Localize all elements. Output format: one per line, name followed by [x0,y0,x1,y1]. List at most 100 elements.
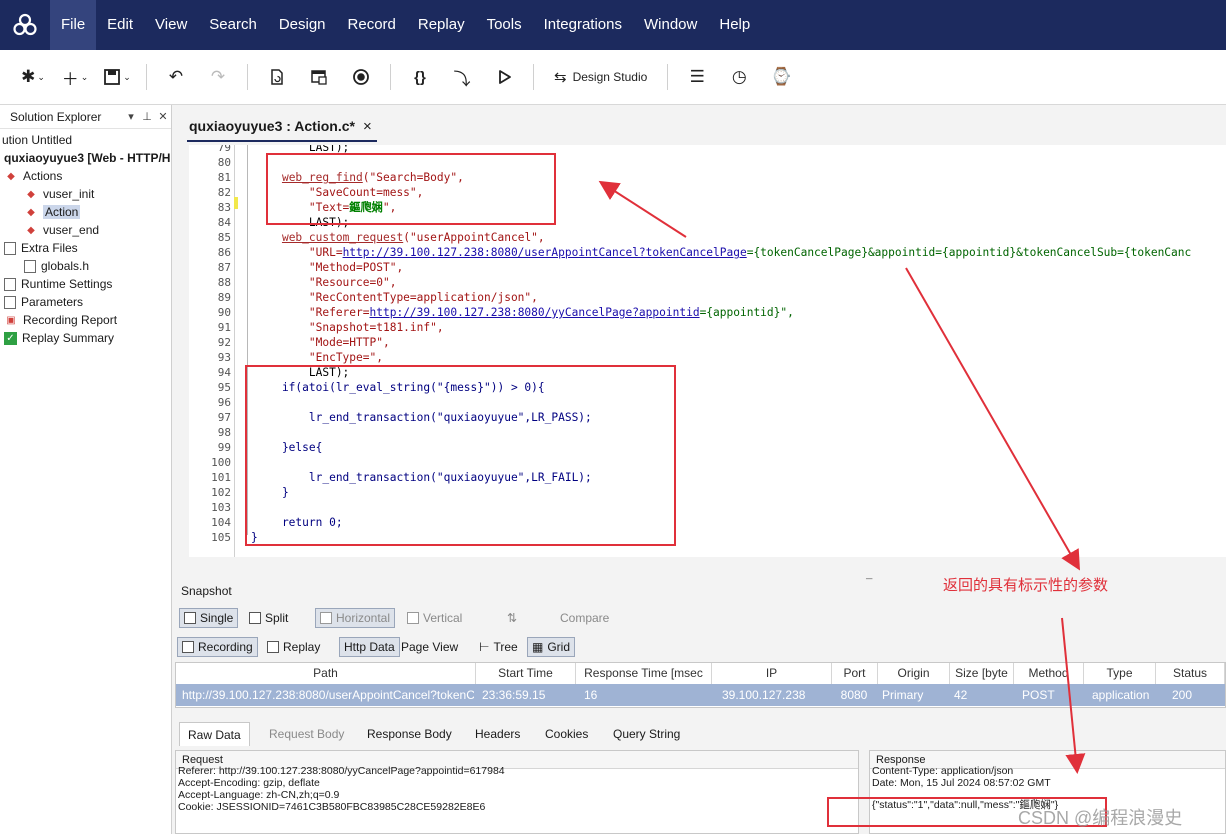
add-button[interactable]: ＋ ⌄ [60,61,90,93]
menu-design[interactable]: Design [268,0,337,50]
annotation-text: 返回的具有标示性的参数 [943,577,1109,594]
split-view-button[interactable]: Split [245,608,292,628]
tree-item-extra-files[interactable]: Extra Files [0,239,171,257]
analyze-button[interactable]: ⌚ [766,61,796,93]
code-line-93: "EncType=", [255,351,383,364]
snapshot-button[interactable] [304,61,334,93]
recording-snapshot-button[interactable]: Recording [177,637,258,657]
menu-view[interactable]: View [144,0,198,50]
replay-snapshot-button[interactable]: Replay [263,637,324,657]
menu-tools[interactable]: Tools [476,0,533,50]
vertical-button[interactable]: Vertical [403,608,466,628]
horizontal-button[interactable]: Horizontal [315,608,396,628]
undo-button[interactable]: ↶ [161,61,191,93]
solution-explorer-header: Solution Explorer ▾ ⊥ ✕ [0,105,171,129]
code-line-91: "Snapshot=t181.inf", [255,321,444,334]
code-line-89: "RecContentType=application/json", [255,291,538,304]
column-header-status[interactable]: Status [1156,663,1225,684]
column-header-origin[interactable]: Origin [878,663,950,684]
tab-query-string[interactable]: Query String [605,722,688,746]
tree-item-parameters[interactable]: Parameters [0,293,171,311]
line-number: 90 [217,306,231,319]
plus-icon: ＋ [61,69,79,89]
document-refresh-icon [271,69,283,85]
tree-item-recording-report[interactable]: ▣ Recording Report [0,311,171,329]
cell-type: application [1092,688,1150,702]
history-button[interactable]: ◷ [724,61,754,93]
undo-icon: ↶ [168,67,184,86]
tab-action-c[interactable]: quxiaoyuyue3 : Action.c* × [181,113,380,139]
tree-item-vuser-end[interactable]: ◆ vuser_end [0,221,171,239]
horizontal-icon [320,612,332,624]
url-link[interactable]: http://39.100.127.238:8080/userAppointCa… [343,246,747,259]
tab-cookies[interactable]: Cookies [537,722,596,746]
single-view-button[interactable]: Single [179,608,239,628]
braces-button[interactable]: {} [405,61,435,93]
tree-item-solution[interactable]: ution Untitled [0,131,171,149]
close-icon[interactable]: × [363,118,372,135]
pin-icon[interactable]: ⊥ [139,110,155,123]
menu-file[interactable]: File [50,0,97,50]
sync-icon[interactable]: ⇅ [503,608,521,628]
menu-record[interactable]: Record [337,0,407,50]
column-header-response-time[interactable]: Response Time [msec [576,663,712,684]
compile-button[interactable] [262,61,292,93]
chevron-down-icon[interactable]: ▾ [123,110,139,123]
cell-start-time: 23:36:59.15 [482,688,546,702]
design-studio-button[interactable]: ⇆ Design Studio [548,61,653,93]
code-line-88: "Resource=0", [255,276,397,289]
tree-item-action[interactable]: ◆ Action [0,203,171,221]
column-header-size[interactable]: Size [byte [950,663,1014,684]
tree-item-vuser-init[interactable]: ◆ vuser_init [0,185,171,203]
request-pane[interactable]: Request Referer: http://39.100.127.238:8… [175,750,859,834]
new-asterisk-button[interactable]: ✱ ⌄ [18,61,48,93]
solution-explorer-title: Solution Explorer [10,109,102,124]
tab-raw-data[interactable]: Raw Data [179,722,250,746]
tree-item-script[interactable]: quxiaoyuyue3 [Web - HTTP/H [0,149,171,167]
steps-list-button[interactable]: ☰ [682,61,712,93]
close-icon[interactable]: ✕ [155,110,171,123]
menu-replay[interactable]: Replay [407,0,476,50]
url-link[interactable]: http://39.100.127.238:8080/yyCancelPage?… [370,306,700,319]
detail-tabs: Raw Data Request Body Response Body Head… [175,720,1226,748]
grid-view-button[interactable]: ▦ Grid [527,637,576,657]
table-row[interactable]: http://39.100.127.238:8080/userAppointCa… [176,684,1225,706]
tree-item-runtime-settings[interactable]: Runtime Settings [0,275,171,293]
action-icon: ◆ [27,188,35,200]
compare-button[interactable]: Compare [556,608,613,628]
run-button[interactable] [489,61,519,93]
menu-integrations[interactable]: Integrations [533,0,633,50]
line-number: 89 [217,291,231,304]
column-header-method[interactable]: Method [1014,663,1084,684]
tree-icon: ⊢ [479,640,490,654]
column-header-start-time[interactable]: Start Time [476,663,576,684]
tab-headers[interactable]: Headers [467,722,528,746]
tree-view-button[interactable]: ⊢ Tree [475,637,522,657]
menu-help[interactable]: Help [708,0,761,50]
menu-window[interactable]: Window [633,0,708,50]
record-button[interactable] [346,61,376,93]
menu-search[interactable]: Search [198,0,268,50]
page-view-button[interactable]: Page View [397,637,462,657]
replay-step-button[interactable]: ⤵ [447,61,477,93]
save-button[interactable]: ⌄ [102,61,132,93]
app-logo-icon [0,0,50,50]
line-number: 95 [217,381,231,394]
column-header-path[interactable]: Path [176,663,476,684]
http-data-button[interactable]: Http Data [339,637,400,657]
column-header-port[interactable]: Port [832,663,878,684]
redo-button[interactable]: ↷ [203,61,233,93]
tab-response-body[interactable]: Response Body [359,722,460,746]
cell-port: 8080 [840,688,868,702]
snapshot-panel: Snapshot Single Split Horizontal Vertica… [173,580,1226,834]
tree-item-globals[interactable]: globals.h [0,257,171,275]
tab-request-body[interactable]: Request Body [261,722,352,746]
menu-edit[interactable]: Edit [96,0,144,50]
request-line: Referer: http://39.100.127.238:8080/yyCa… [178,765,505,777]
line-number: 100 [211,456,231,469]
column-header-type[interactable]: Type [1084,663,1156,684]
http-grid: Path Start Time Response Time [msec IP P… [175,662,1226,708]
column-header-ip[interactable]: IP [712,663,832,684]
tree-item-actions[interactable]: ◆ Actions [0,167,171,185]
tree-item-replay-summary[interactable]: ✓ Replay Summary [0,329,171,347]
